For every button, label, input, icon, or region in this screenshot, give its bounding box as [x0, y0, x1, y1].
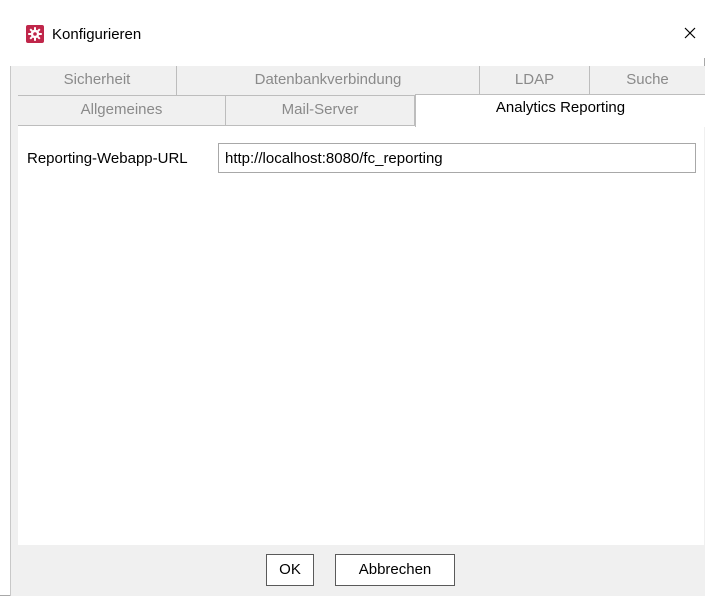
tab-allgemeines[interactable]: Allgemeines: [18, 96, 226, 126]
configure-dialog: Konfigurieren Sicherheit Datenbankverbin…: [0, 0, 705, 596]
reporting-url-label: Reporting-Webapp-URL: [27, 150, 188, 167]
tab-sicherheit[interactable]: Sicherheit: [18, 66, 177, 96]
tab-ldap[interactable]: LDAP: [480, 66, 590, 96]
cancel-button[interactable]: Abbrechen: [335, 554, 455, 586]
tab-content-analytics-reporting: Reporting-Webapp-URL: [18, 125, 704, 546]
ok-button[interactable]: OK: [266, 554, 314, 586]
tab-datenbankverbindung[interactable]: Datenbankverbindung: [177, 66, 480, 96]
reporting-url-input[interactable]: [218, 143, 696, 173]
title-bar: Konfigurieren: [0, 0, 705, 58]
dialog-footer: OK Abbrechen: [18, 545, 704, 595]
tab-mail-server[interactable]: Mail-Server: [226, 96, 415, 126]
tab-analytics-reporting[interactable]: Analytics Reporting: [415, 94, 705, 127]
dialog-title: Konfigurieren: [52, 26, 142, 43]
close-icon: [684, 27, 696, 39]
tab-suche[interactable]: Suche: [590, 66, 705, 96]
gear-app-icon: [26, 25, 44, 43]
close-button[interactable]: [676, 18, 704, 48]
